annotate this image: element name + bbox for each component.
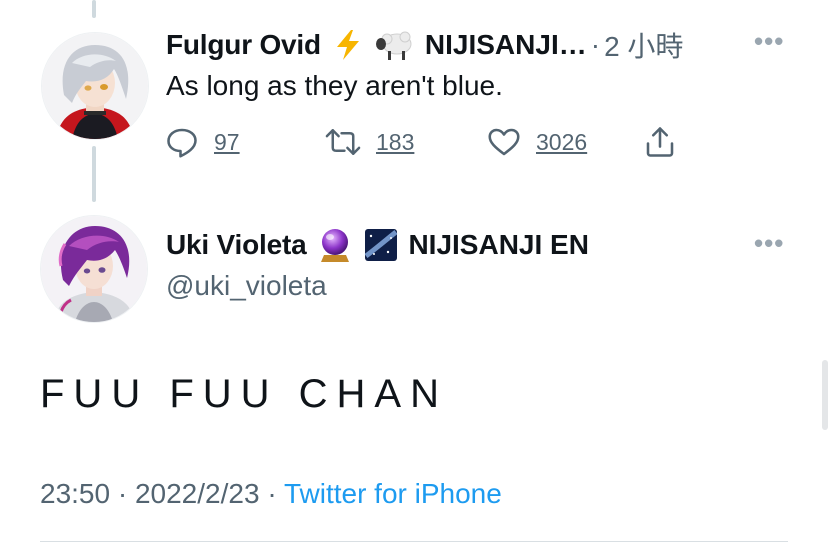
reply-relative-time[interactable]: 2 小時 <box>604 25 683 65</box>
crystal-ball-icon <box>318 227 352 263</box>
thread-line-connector <box>92 146 96 202</box>
retweet-count[interactable]: 183 <box>376 129 414 156</box>
avatar-fulgur-ovid[interactable] <box>42 33 148 139</box>
like-count[interactable]: 3026 <box>536 129 587 156</box>
thread-line-top <box>92 0 96 18</box>
reply-action-bar: 97 183 3026 <box>164 124 704 164</box>
tweet-thread: Fulgur Ovid NIJISANJI… · 2 小時 ••• As lon… <box>0 0 828 544</box>
main-source-link[interactable]: Twitter for iPhone <box>284 478 502 509</box>
reply-affiliation: NIJISANJI… <box>424 29 587 60</box>
main-date[interactable]: 2022/2/23 <box>135 478 260 509</box>
reply-author-row[interactable]: Fulgur Ovid NIJISANJI… · 2 小時 <box>166 25 683 65</box>
avatar-uki-violeta[interactable] <box>41 216 147 322</box>
main-tweet-text: FUU FUU CHAN <box>40 372 448 416</box>
reply-more-button[interactable]: ••• <box>754 26 784 57</box>
share-button[interactable] <box>642 124 678 160</box>
speech-bubble-icon <box>164 124 200 160</box>
retweet-button[interactable]: 183 <box>324 124 414 160</box>
milky-way-icon <box>364 228 399 262</box>
reply-display-name[interactable]: Fulgur Ovid <box>166 29 321 61</box>
retweet-icon <box>324 124 362 160</box>
sheep-icon <box>375 29 415 61</box>
main-more-button[interactable]: ••• <box>754 228 784 259</box>
reply-tweet-text: As long as they aren't blue. <box>166 70 503 101</box>
divider <box>40 541 788 542</box>
main-affiliation: NIJISANJI EN <box>408 229 589 260</box>
scrollbar[interactable] <box>822 360 828 430</box>
lightning-icon <box>333 29 363 61</box>
heart-icon <box>486 124 522 160</box>
reply-button[interactable]: 97 <box>164 124 240 160</box>
main-time[interactable]: 23:50 <box>40 478 110 509</box>
main-separator-1: · <box>117 478 128 509</box>
share-icon <box>642 124 678 160</box>
like-button[interactable]: 3026 <box>486 124 587 160</box>
main-timestamp-row: 23:50 · 2022/2/23 · Twitter for iPhone <box>40 478 502 510</box>
main-separator-2: · <box>267 478 277 509</box>
main-display-name[interactable]: Uki Violeta <box>166 229 307 261</box>
main-handle[interactable]: @uki_violeta <box>166 270 327 302</box>
reply-count[interactable]: 97 <box>214 129 240 156</box>
main-author-row[interactable]: Uki Violeta NIJISANJI EN <box>166 227 589 263</box>
reply-meta-separator: · <box>590 29 601 60</box>
